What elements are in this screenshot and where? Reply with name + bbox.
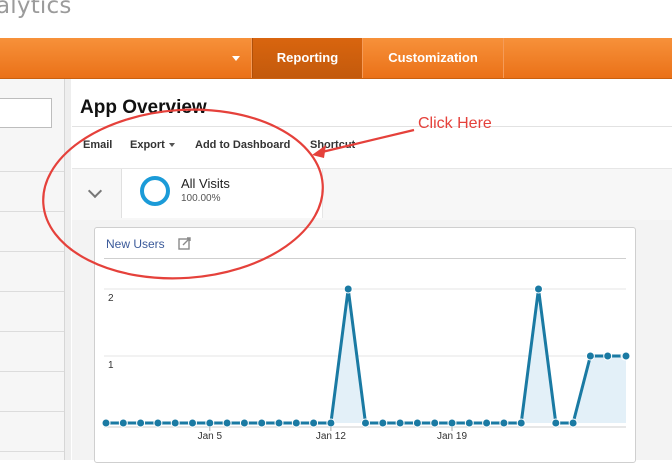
- data-point: [309, 418, 319, 428]
- data-point: [274, 418, 284, 428]
- data-point: [603, 351, 613, 361]
- data-point: [291, 418, 301, 428]
- data-point: [361, 418, 370, 428]
- data-point: [136, 418, 146, 428]
- data-point: [516, 418, 526, 428]
- data-point: [499, 418, 509, 428]
- data-point: [343, 284, 353, 294]
- data-point: [482, 418, 492, 428]
- data-point: [585, 351, 595, 361]
- new-users-chart: 2 1 Jan 5 Jan 12 Jan 19: [101, 284, 631, 442]
- data-point: [464, 418, 474, 428]
- data-point: [326, 418, 336, 428]
- data-point: [551, 418, 561, 428]
- data-point: [568, 418, 578, 428]
- x-tick-label: Jan 5: [198, 431, 223, 442]
- y-tick-label: 1: [108, 360, 114, 371]
- data-point: [534, 284, 543, 294]
- data-point: [378, 418, 388, 428]
- data-point: [101, 418, 111, 428]
- data-point: [395, 418, 405, 428]
- data-point: [118, 418, 128, 428]
- data-point: [205, 418, 215, 428]
- data-point: [170, 418, 180, 428]
- data-point: [188, 418, 197, 428]
- data-point: [430, 418, 440, 428]
- x-tick-label: Jan 19: [437, 431, 467, 442]
- x-tick-label: Jan 12: [316, 431, 346, 442]
- data-point: [621, 351, 631, 361]
- data-point: [222, 418, 232, 428]
- data-point: [412, 418, 422, 428]
- y-tick-label: 2: [108, 293, 114, 304]
- data-point: [239, 418, 249, 428]
- data-point: [257, 418, 267, 428]
- data-point: [153, 418, 163, 428]
- data-point: [447, 418, 457, 428]
- annotation-label: Click Here: [418, 115, 492, 132]
